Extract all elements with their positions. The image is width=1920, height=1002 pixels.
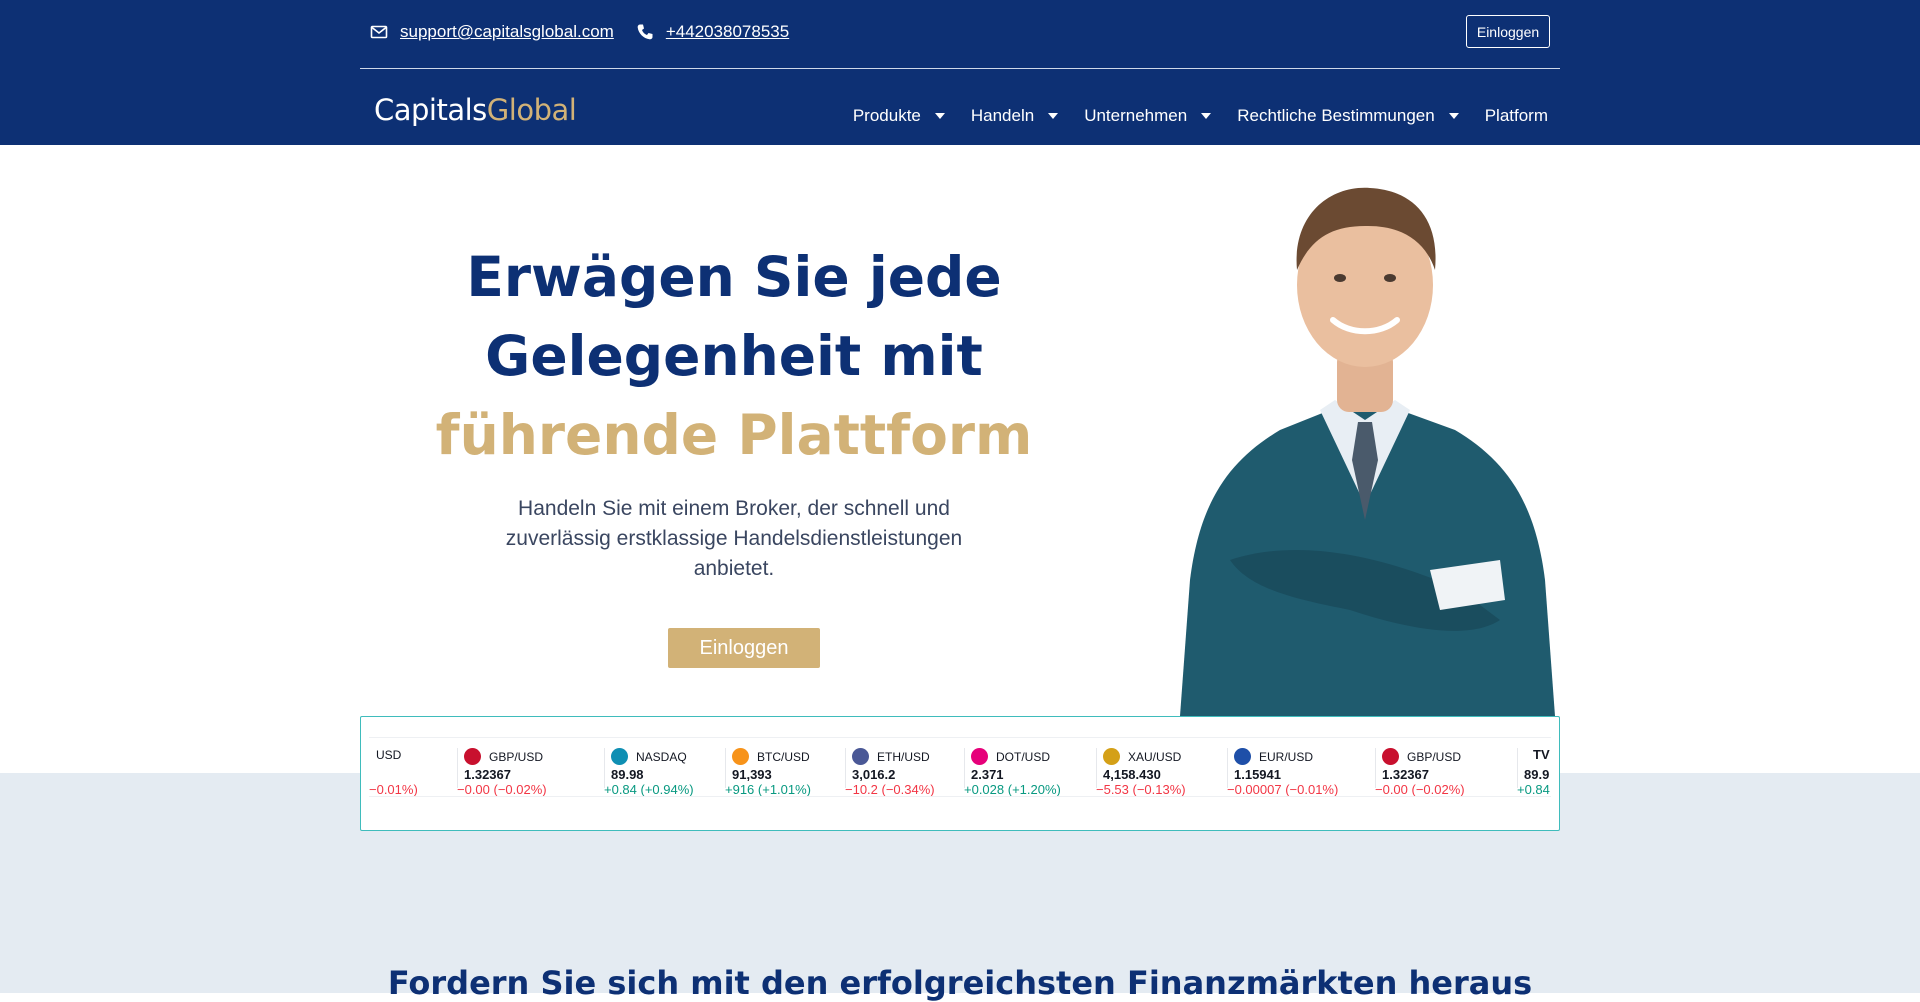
- header-login-button[interactable]: Einloggen: [1466, 15, 1550, 48]
- ticker-price: 4,158.430: [1103, 767, 1161, 782]
- nav-label: Rechtliche Bestimmungen: [1237, 106, 1435, 125]
- instrument-icon: [1234, 748, 1251, 765]
- hero-subtitle: Handeln Sie mit einem Broker, der schnel…: [505, 497, 963, 580]
- email-contact[interactable]: support@capitalsglobal.com: [370, 22, 614, 42]
- ticker-item[interactable]: GBP/USD 1.32367 −0.00 (−0.02%): [1375, 738, 1465, 796]
- ticker-change: +0.84 (+0.94%): [604, 782, 694, 797]
- ticker-symbol: DOT/USD: [971, 748, 1050, 765]
- ticker-change: −0.00 (−0.02%): [457, 782, 547, 797]
- nav-label: Produkte: [852, 106, 921, 125]
- ticker-price: 1.32367: [1382, 767, 1429, 782]
- ticker-symbol-label: GBP/USD: [1407, 749, 1462, 764]
- ticker-change: −0.00007 (−0.01%): [1227, 782, 1339, 797]
- headline-text: Erwägen Sie jede Gelegenheit mit: [466, 245, 1002, 388]
- ticker-item[interactable]: 89.9 +0.84: [1517, 738, 1550, 796]
- ticker-change: −0.01%): [369, 782, 418, 797]
- businessman-image: [1170, 160, 1560, 716]
- caret-down-icon: [1448, 113, 1459, 119]
- contact-row: support@capitalsglobal.com +442038078535: [370, 20, 811, 44]
- hero-headline: Erwägen Sie jede Gelegenheit mit führend…: [360, 238, 1108, 475]
- ticker-change: +0.028 (+1.20%): [964, 782, 1061, 797]
- ticker-price: 1.32367: [464, 767, 511, 782]
- ticker-item[interactable]: XAU/USD 4,158.430 −5.53 (−0.13%): [1096, 738, 1186, 796]
- ticker-change: −0.00 (−0.02%): [1375, 782, 1465, 797]
- caret-down-icon: [934, 113, 945, 119]
- headline-highlight: führende Plattform: [435, 403, 1033, 467]
- instrument-icon: [1382, 748, 1399, 765]
- ticker-symbol: ETH/USD: [852, 748, 930, 765]
- ticker-price: 3,016.2: [852, 767, 896, 782]
- top-header: support@capitalsglobal.com +442038078535…: [0, 0, 1920, 145]
- tradingview-logo-icon[interactable]: TV: [1533, 747, 1551, 769]
- phone-contact[interactable]: +442038078535: [636, 22, 789, 42]
- caret-down-icon: [1048, 113, 1059, 119]
- ticker-item[interactable]: GBP/USD 1.32367 −0.00 (−0.02%): [457, 738, 547, 796]
- ticker-symbol: USD: [376, 748, 401, 762]
- nav-item-platform[interactable]: Platform: [1485, 106, 1548, 126]
- instrument-icon: [611, 748, 628, 765]
- ticker-symbol: GBP/USD: [464, 748, 543, 765]
- nav-label: Handeln: [970, 106, 1035, 125]
- ticker-price: 2.371: [971, 767, 1004, 782]
- nav-item-handeln[interactable]: Handeln: [970, 106, 1059, 126]
- phone-link[interactable]: +442038078535: [666, 22, 789, 42]
- ticker-symbol-label: EUR/USD: [1259, 749, 1314, 764]
- ticker-item[interactable]: USD −0.01%): [369, 738, 418, 796]
- caret-down-icon: [1201, 113, 1212, 119]
- section-heading: Fordern Sie sich mit den erfolgreichsten…: [387, 964, 1533, 1002]
- ticker-strip: USD −0.01%) GBP/USD 1.32367 −0.00 (−0.02%) NA…: [369, 737, 1551, 797]
- ticker-change: −5.53 (−0.13%): [1096, 782, 1186, 797]
- ticker-symbol-label: ETH/USD: [877, 749, 930, 764]
- ticker-price: 89.9: [1524, 767, 1550, 782]
- email-link[interactable]: support@capitalsglobal.com: [400, 22, 614, 42]
- hero-login-button[interactable]: Einloggen: [668, 628, 820, 668]
- ticker-symbol: GBP/USD: [1382, 748, 1461, 765]
- ticker-symbol: NASDAQ: [611, 748, 687, 765]
- instrument-icon: [464, 748, 481, 765]
- phone-icon: [636, 23, 654, 41]
- ticker-symbol-label: XAU/USD: [1128, 749, 1182, 764]
- envelope-icon: [370, 23, 388, 41]
- logo-part-global: Global: [486, 93, 577, 127]
- nav-item-rechtliche-bestimmungen[interactable]: Rechtliche Bestimmungen: [1237, 106, 1459, 126]
- ticker-item[interactable]: DOT/USD 2.371 +0.028 (+1.20%): [964, 738, 1061, 796]
- ticker-price: 91,393: [732, 767, 772, 782]
- ticker-item[interactable]: EUR/USD 1.15941 −0.00007 (−0.01%): [1227, 738, 1338, 796]
- ticker-price: 1.15941: [1234, 767, 1281, 782]
- ticker-symbol-label: BTC/USD: [757, 749, 810, 764]
- ticker-symbol: EUR/USD: [1234, 748, 1313, 765]
- nav-item-produkte[interactable]: Produkte: [853, 106, 945, 126]
- nav-label: Platform: [1484, 106, 1548, 125]
- ticker-symbol: XAU/USD: [1103, 748, 1181, 765]
- ticker-item[interactable]: BTC/USD 91,393 +916 (+1.01%): [725, 738, 811, 796]
- ticker-item[interactable]: NASDAQ 89.98 +0.84 (+0.94%): [604, 738, 694, 796]
- logo-part-capitals: Capitals: [374, 93, 487, 127]
- ticker-change: −10.2 (−0.34%): [845, 782, 935, 797]
- site-logo[interactable]: CapitalsGlobal: [374, 93, 577, 127]
- nav-item-unternehmen[interactable]: Unternehmen: [1084, 106, 1212, 126]
- main-nav: Produkte Handeln Unternehmen Rechtliche …: [827, 106, 1548, 126]
- ticker-symbol-label: NASDAQ: [636, 749, 687, 764]
- ticker-symbol-label: GBP/USD: [489, 749, 544, 764]
- instrument-icon: [732, 748, 749, 765]
- ticker-change: +0.84: [1517, 782, 1550, 797]
- ticker-symbol: BTC/USD: [732, 748, 810, 765]
- header-divider: [360, 68, 1560, 69]
- ticker-price: 89.98: [611, 767, 644, 782]
- instrument-icon: [852, 748, 869, 765]
- ticker-symbol-label: DOT/USD: [996, 749, 1050, 764]
- nav-label: Unternehmen: [1084, 106, 1188, 125]
- ticker-item[interactable]: ETH/USD 3,016.2 −10.2 (−0.34%): [845, 738, 935, 796]
- ticker-symbol-label: USD: [376, 748, 402, 762]
- instrument-icon: [1103, 748, 1120, 765]
- ticker-change: +916 (+1.01%): [725, 782, 812, 797]
- market-ticker-widget[interactable]: USD −0.01%) GBP/USD 1.32367 −0.00 (−0.02%) NA…: [360, 716, 1560, 831]
- instrument-icon: [971, 748, 988, 765]
